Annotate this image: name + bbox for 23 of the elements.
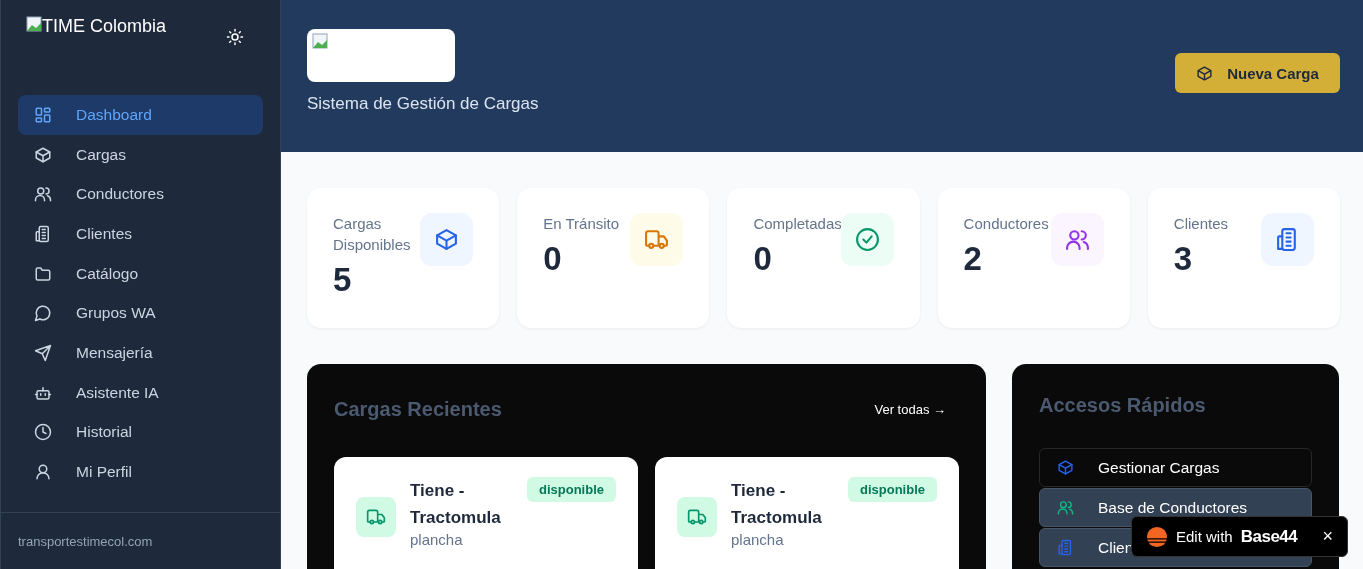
stat-label: Completadas (753, 214, 839, 234)
load-title: Tiene - Tractomula (410, 480, 502, 529)
status-badge: disponible (527, 477, 616, 502)
stat-label: En Tránsito (543, 214, 621, 234)
load-title: Tiene - Tractomula (731, 480, 823, 529)
app-subtitle: Sistema de Gestión de Cargas (307, 94, 539, 114)
stat-label: Conductores (963, 214, 1049, 234)
site-domain: transportestimecol.com (18, 533, 153, 549)
panel-title: Accesos Rápidos (1039, 394, 1207, 417)
stat-value: 0 (753, 240, 773, 278)
stat-label: Cargas Disponibles (333, 214, 412, 255)
load-type: plancha (410, 531, 464, 548)
status-badge: disponible (848, 477, 937, 502)
stat-value: 3 (1173, 240, 1194, 278)
badge-brand: Base44 (1240, 526, 1298, 547)
stat-value: 2 (963, 240, 983, 278)
stat-value: 0 (543, 240, 563, 278)
stat-label: Clientes (1173, 214, 1229, 234)
load-type: plancha (731, 531, 785, 548)
brand-logo-alt: TIME Colombia (26, 16, 167, 37)
stat-value: 5 (333, 261, 353, 299)
badge-text: Edit with (1176, 528, 1233, 545)
panel-title: Cargas Recientes (334, 398, 502, 421)
